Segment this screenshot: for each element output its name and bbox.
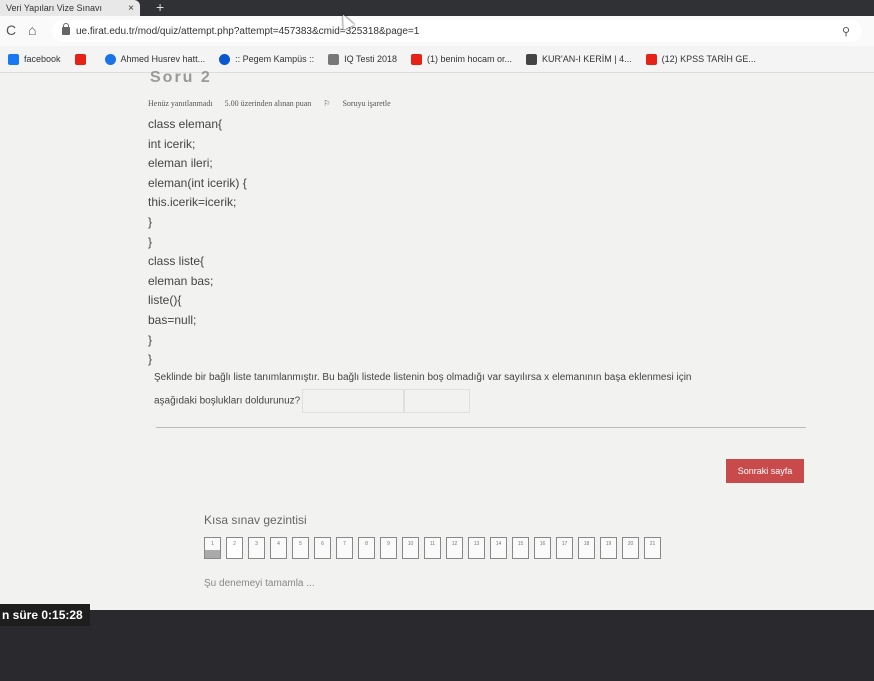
tab-title: Veri Yapıları Vize Sınavı <box>6 3 103 13</box>
toolbar: C ⌂ ue.firat.edu.tr/mod/quiz/attempt.php… <box>0 16 874 46</box>
browser-window: Veri Yapıları Vize Sınavı × + C ⌂ ue.fir… <box>0 0 874 610</box>
lock-icon <box>62 23 70 35</box>
bookmark-ahmed-husrev[interactable]: Ahmed Husrev hatt... <box>104 53 205 65</box>
code-line: int icerik; <box>148 136 196 151</box>
answer-blank-1[interactable] <box>302 389 405 413</box>
question-nav-button[interactable]: 11 <box>424 537 441 559</box>
home-icon[interactable]: ⌂ <box>28 22 36 38</box>
question-nav-button[interactable]: 3 <box>248 537 265 559</box>
question-info: Henüz yanıtlanmadı 5.00 üzerinden alınan… <box>148 99 411 108</box>
url-text[interactable]: ue.firat.edu.tr/mod/quiz/attempt.php?att… <box>76 26 419 37</box>
code-line: class liste{ <box>148 254 205 269</box>
tab-strip: Veri Yapıları Vize Sınavı × + <box>0 0 874 16</box>
code-line: bas=null; <box>148 312 197 327</box>
flag-question[interactable]: ⚐ Soruyu işaretle <box>323 99 400 108</box>
youtube-icon <box>74 53 86 65</box>
pegem-icon <box>219 53 231 65</box>
finish-attempt-link[interactable]: Şu denemeyi tamamla ... <box>204 578 315 589</box>
reload-icon[interactable]: C <box>6 22 16 38</box>
question-nav-button[interactable]: 1 <box>204 537 221 559</box>
youtube-icon <box>411 53 422 65</box>
question-nav-button[interactable]: 4 <box>270 537 287 559</box>
time-remaining: n süre 0:15:28 <box>0 604 90 626</box>
question-nav-button[interactable]: 14 <box>490 537 507 559</box>
tab-quiz[interactable]: Veri Yapıları Vize Sınavı × <box>0 0 140 16</box>
question-nav-button[interactable]: 8 <box>358 537 375 559</box>
bookmark-kpss[interactable]: (12) KPSS TARİH GE... <box>645 53 756 65</box>
question-nav-button[interactable]: 17 <box>556 537 573 559</box>
code-line: this.icerik=icerik; <box>148 195 237 210</box>
question-nav-button[interactable]: 13 <box>468 537 485 559</box>
bookmarks-bar: facebook Ahmed Husrev hatt... :: Pegem K… <box>0 46 874 73</box>
question-nav-button[interactable]: 10 <box>402 537 419 559</box>
quiz-nav-title: Kısa sınav gezintisi <box>204 513 307 527</box>
divider <box>156 427 806 428</box>
points-label: 5.00 üzerinden alınan puan <box>224 99 312 108</box>
question-line-1: Şeklinde bir bağlı liste tanımlanmıştır.… <box>154 372 692 383</box>
code-line: class eleman{ <box>148 117 223 131</box>
code-line: eleman(int icerik) { <box>148 175 247 190</box>
code-line: eleman bas; <box>148 273 214 288</box>
next-page-button[interactable]: Sonraki sayfa <box>726 459 804 483</box>
question-nav-button[interactable]: 6 <box>314 537 331 559</box>
question-nav-button[interactable]: 19 <box>600 537 617 559</box>
bookmark-facebook[interactable]: facebook <box>8 53 61 65</box>
magnifier-icon[interactable]: ⚲ <box>842 25 850 38</box>
question-text: Şeklinde bir bağlı liste tanımlanmıştır.… <box>154 367 814 413</box>
new-tab-icon[interactable]: + <box>156 0 164 14</box>
flag-icon: ⚐ <box>323 99 333 108</box>
facebook-icon <box>8 53 19 65</box>
question-nav-button[interactable]: 9 <box>380 537 397 559</box>
question-nav-button[interactable]: 7 <box>336 537 353 559</box>
question-nav-button[interactable]: 21 <box>644 537 661 559</box>
book-icon <box>526 53 538 65</box>
question-nav-button[interactable]: 15 <box>512 537 529 559</box>
question-nav-button[interactable]: 16 <box>534 537 551 559</box>
question-line-2: aşağıdaki boşlukları doldurunuz? <box>154 395 301 407</box>
question-nav-button[interactable]: 18 <box>578 537 595 559</box>
code-line: } <box>148 234 153 249</box>
quiz-nav-buttons: 1 2 3 4 5 6 7 8 9 10 11 12 13 14 15 16 1… <box>204 537 666 559</box>
question-nav-button[interactable]: 5 <box>292 537 309 559</box>
code-line: eleman ileri; <box>148 156 213 171</box>
address-bar[interactable]: ue.firat.edu.tr/mod/quiz/attempt.php?att… <box>52 20 862 42</box>
question-nav-button[interactable]: 2 <box>226 537 243 559</box>
bookmark-kuran[interactable]: KUR'AN-I KERİM | 4... <box>526 53 632 65</box>
answer-blank-2[interactable] <box>404 389 471 413</box>
close-icon[interactable]: × <box>128 3 134 14</box>
code-line: } <box>148 332 153 347</box>
code-line: } <box>148 214 153 229</box>
code-line: liste(){ <box>148 293 182 308</box>
bookmark-iq-test[interactable]: IQ Testi 2018 <box>328 53 397 65</box>
bookmark-youtube[interactable] <box>74 53 91 65</box>
bookmark-pegem[interactable]: :: Pegem Kampüs :: <box>219 53 314 65</box>
globe-icon <box>104 53 116 65</box>
question-nav-button[interactable]: 12 <box>446 537 463 559</box>
iq-icon <box>328 53 340 65</box>
question-header: Soru 2 <box>150 69 212 86</box>
quiz-content: Soru 2 Henüz yanıtlanmadı 5.00 üzerinden… <box>0 69 874 610</box>
bookmark-benim-hocam[interactable]: (1) benim hocam or... <box>411 53 512 65</box>
code-block: class eleman{ int icerik; eleman ileri; … <box>148 115 247 370</box>
answer-status: Henüz yanıtlanmadı <box>148 99 213 108</box>
question-nav-button[interactable]: 20 <box>622 537 639 559</box>
youtube-icon <box>645 53 657 65</box>
